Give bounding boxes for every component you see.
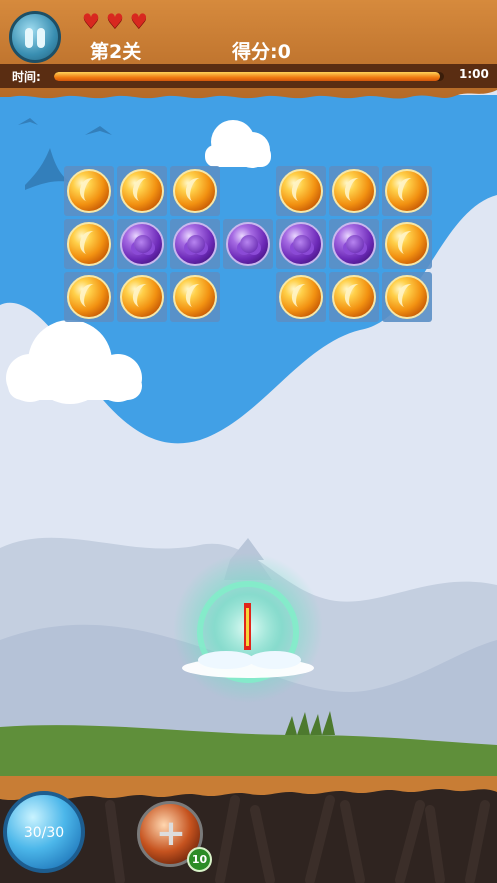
time-label: 时间: <box>12 70 41 84</box>
orange-bubble[interactable] <box>385 275 429 319</box>
purple-bubble[interactable] <box>332 222 376 266</box>
orange-bubble[interactable] <box>332 169 376 213</box>
purple-bubble[interactable] <box>120 222 164 266</box>
booster-count-badge: 10 <box>187 847 212 872</box>
score-label: 得分:0 <box>232 41 291 63</box>
orange-bubble[interactable] <box>173 169 217 213</box>
orange-bubble[interactable] <box>279 169 323 213</box>
purple-bubble[interactable] <box>279 222 323 266</box>
pause-button[interactable] <box>9 11 61 63</box>
orange-bubble[interactable] <box>332 275 376 319</box>
purple-bubble[interactable] <box>173 222 217 266</box>
orange-bubble[interactable] <box>279 275 323 319</box>
heart-icon: ♥ <box>105 9 124 33</box>
orange-bubble[interactable] <box>385 222 429 266</box>
pause-icon <box>25 28 33 48</box>
game-scene <box>0 0 497 883</box>
orange-bubble[interactable] <box>385 169 429 213</box>
plus-icon: + <box>155 813 187 854</box>
orange-bubble[interactable] <box>67 222 111 266</box>
orange-bubble[interactable] <box>120 169 164 213</box>
orange-bubble[interactable] <box>173 275 217 319</box>
pause-icon <box>37 28 45 48</box>
level-label: 第2关 <box>90 41 142 63</box>
orange-bubble[interactable] <box>120 275 164 319</box>
hud: ♥ ♥ ♥ 第2关 得分:0 时间: 1:00 <box>0 0 497 100</box>
orange-bubble[interactable] <box>67 275 111 319</box>
time-progress-fill <box>54 72 440 81</box>
ammo-count: 30/30 <box>23 825 65 841</box>
time-value: 1:00 <box>459 67 489 81</box>
time-progress-bar <box>54 72 444 81</box>
heart-icon: ♥ <box>129 9 148 33</box>
lives: ♥ ♥ ♥ <box>82 10 148 32</box>
ammo-counter-bubble[interactable]: 30/30 <box>3 791 85 873</box>
orange-bubble[interactable] <box>67 169 111 213</box>
purple-bubble[interactable] <box>226 222 270 266</box>
heart-icon: ♥ <box>82 9 100 33</box>
